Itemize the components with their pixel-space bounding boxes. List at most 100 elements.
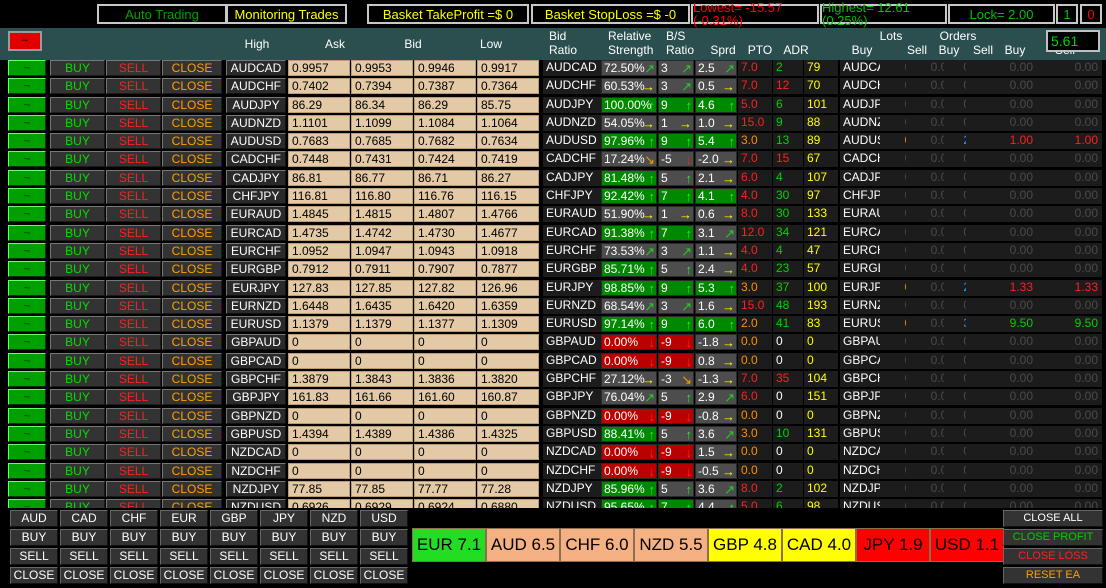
symbol-left-EURJPY[interactable]: EURJPY (226, 280, 286, 296)
close-button-EURCAD[interactable]: CLOSE (162, 225, 222, 241)
currency-sell-button-CAD[interactable]: SELL (60, 548, 108, 565)
currency-sell-button-EUR[interactable]: SELL (160, 548, 208, 565)
symbol-left-EURUSD[interactable]: EURUSD (226, 316, 286, 332)
close-button-AUDCHF[interactable]: CLOSE (162, 78, 222, 94)
basket-takeprofit-status[interactable]: Basket TakeProfit =$ 0 (367, 4, 529, 24)
currency-close-button-JPY[interactable]: CLOSE (260, 567, 308, 584)
sell-button-GBPJPY[interactable]: SELL (106, 389, 161, 405)
buy-button-AUDCAD[interactable]: BUY (50, 60, 105, 76)
row-toggle-GBPUSD[interactable]: ~ (8, 426, 46, 442)
close-button-EURGBP[interactable]: CLOSE (162, 261, 222, 277)
close-button-GBPJPY[interactable]: CLOSE (162, 389, 222, 405)
close-button-EURNZD[interactable]: CLOSE (162, 298, 222, 314)
currency-sell-button-AUD[interactable]: SELL (10, 548, 58, 565)
symbol-left-CADCHF[interactable]: CADCHF (226, 151, 286, 167)
close-button-GBPAUD[interactable]: CLOSE (162, 334, 222, 350)
symbol-left-CADJPY[interactable]: CADJPY (226, 170, 286, 186)
sell-button-GBPAUD[interactable]: SELL (106, 334, 161, 350)
buy-button-EURJPY[interactable]: BUY (50, 280, 105, 296)
currency-close-button-CHF[interactable]: CLOSE (110, 567, 158, 584)
currency-buy-button-CHF[interactable]: BUY (110, 529, 158, 546)
symbol-left-GBPNZD[interactable]: GBPNZD (226, 408, 286, 424)
symbol-left-AUDJPY[interactable]: AUDJPY (226, 97, 286, 113)
sell-button-NZDCAD[interactable]: SELL (106, 444, 161, 460)
buy-button-AUDNZD[interactable]: BUY (50, 115, 105, 131)
buy-button-AUDUSD[interactable]: BUY (50, 133, 105, 149)
close-button-GBPNZD[interactable]: CLOSE (162, 408, 222, 424)
sell-button-AUDUSD[interactable]: SELL (106, 133, 161, 149)
currency-buy-button-EUR[interactable]: BUY (160, 529, 208, 546)
symbol-left-GBPJPY[interactable]: GBPJPY (226, 389, 286, 405)
close-button-AUDNZD[interactable]: CLOSE (162, 115, 222, 131)
buy-button-EURGBP[interactable]: BUY (50, 261, 105, 277)
buy-button-AUDCHF[interactable]: BUY (50, 78, 105, 94)
close-button-AUDUSD[interactable]: CLOSE (162, 133, 222, 149)
buy-button-GBPJPY[interactable]: BUY (50, 389, 105, 405)
buy-button-CADCHF[interactable]: BUY (50, 151, 105, 167)
currency-close-button-AUD[interactable]: CLOSE (10, 567, 58, 584)
symbol-left-EURCAD[interactable]: EURCAD (226, 225, 286, 241)
row-toggle-EURUSD[interactable]: ~ (8, 316, 46, 332)
row-toggle-CHFJPY[interactable]: ~ (8, 188, 46, 204)
buy-button-EURUSD[interactable]: BUY (50, 316, 105, 332)
currency-sell-button-NZD[interactable]: SELL (310, 548, 358, 565)
sell-button-AUDCAD[interactable]: SELL (106, 60, 161, 76)
currency-buy-button-GBP[interactable]: BUY (210, 529, 258, 546)
row-toggle-EURAUD[interactable]: ~ (8, 206, 46, 222)
basket-stoploss-status[interactable]: Basket StopLoss =$ -0 (531, 4, 690, 24)
toggle-all-button[interactable]: ~ (8, 31, 42, 51)
symbol-left-GBPUSD[interactable]: GBPUSD (226, 426, 286, 442)
symbol-left-EURNZD[interactable]: EURNZD (226, 298, 286, 314)
close-button-AUDJPY[interactable]: CLOSE (162, 97, 222, 113)
symbol-left-EURCHF[interactable]: EURCHF (226, 243, 286, 259)
sell-button-AUDJPY[interactable]: SELL (106, 97, 161, 113)
currency-close-button-CAD[interactable]: CLOSE (60, 567, 108, 584)
row-toggle-CADJPY[interactable]: ~ (8, 170, 46, 186)
symbol-left-NZDCAD[interactable]: NZDCAD (226, 444, 286, 460)
currency-sell-button-USD[interactable]: SELL (360, 548, 408, 565)
close-button-CADCHF[interactable]: CLOSE (162, 151, 222, 167)
currency-buy-button-CAD[interactable]: BUY (60, 529, 108, 546)
row-toggle-NZDCAD[interactable]: ~ (8, 444, 46, 460)
close-button-CHFJPY[interactable]: CLOSE (162, 188, 222, 204)
close-button-EURAUD[interactable]: CLOSE (162, 206, 222, 222)
symbol-left-GBPCAD[interactable]: GBPCAD (226, 353, 286, 369)
row-toggle-AUDCAD[interactable]: ~ (8, 60, 46, 76)
row-toggle-EURGBP[interactable]: ~ (8, 261, 46, 277)
close-button-EURJPY[interactable]: CLOSE (162, 280, 222, 296)
sell-button-EURCHF[interactable]: SELL (106, 243, 161, 259)
row-toggle-AUDNZD[interactable]: ~ (8, 115, 46, 131)
close-button-GBPCAD[interactable]: CLOSE (162, 353, 222, 369)
buy-button-CADJPY[interactable]: BUY (50, 170, 105, 186)
currency-close-button-GBP[interactable]: CLOSE (210, 567, 258, 584)
currency-close-button-EUR[interactable]: CLOSE (160, 567, 208, 584)
currency-sell-button-JPY[interactable]: SELL (260, 548, 308, 565)
symbol-left-AUDUSD[interactable]: AUDUSD (226, 133, 286, 149)
close-button-EURCHF[interactable]: CLOSE (162, 243, 222, 259)
action-button-close-loss[interactable]: CLOSE LOSS (1003, 548, 1103, 565)
buy-button-EURCHF[interactable]: BUY (50, 243, 105, 259)
action-button-reset-ea[interactable]: RESET EA (1003, 567, 1103, 584)
sell-button-EURGBP[interactable]: SELL (106, 261, 161, 277)
close-button-EURUSD[interactable]: CLOSE (162, 316, 222, 332)
row-toggle-GBPCAD[interactable]: ~ (8, 353, 46, 369)
row-toggle-AUDUSD[interactable]: ~ (8, 133, 46, 149)
sell-button-AUDNZD[interactable]: SELL (106, 115, 161, 131)
buy-button-GBPCAD[interactable]: BUY (50, 353, 105, 369)
row-toggle-EURJPY[interactable]: ~ (8, 280, 46, 296)
symbol-left-EURGBP[interactable]: EURGBP (226, 261, 286, 277)
buy-button-NZDJPY[interactable]: BUY (50, 481, 105, 497)
row-toggle-EURCAD[interactable]: ~ (8, 225, 46, 241)
symbol-left-GBPAUD[interactable]: GBPAUD (226, 334, 286, 350)
buy-button-GBPNZD[interactable]: BUY (50, 408, 105, 424)
sell-button-CHFJPY[interactable]: SELL (106, 188, 161, 204)
close-button-GBPCHF[interactable]: CLOSE (162, 371, 222, 387)
symbol-left-AUDCHF[interactable]: AUDCHF (226, 78, 286, 94)
row-toggle-GBPAUD[interactable]: ~ (8, 334, 46, 350)
symbol-left-AUDCAD[interactable]: AUDCAD (226, 60, 286, 76)
monitoring-trades-status[interactable]: Monitoring Trades (226, 4, 347, 24)
buy-button-GBPCHF[interactable]: BUY (50, 371, 105, 387)
sell-button-GBPNZD[interactable]: SELL (106, 408, 161, 424)
close-button-NZDCAD[interactable]: CLOSE (162, 444, 222, 460)
currency-close-button-USD[interactable]: CLOSE (360, 567, 408, 584)
